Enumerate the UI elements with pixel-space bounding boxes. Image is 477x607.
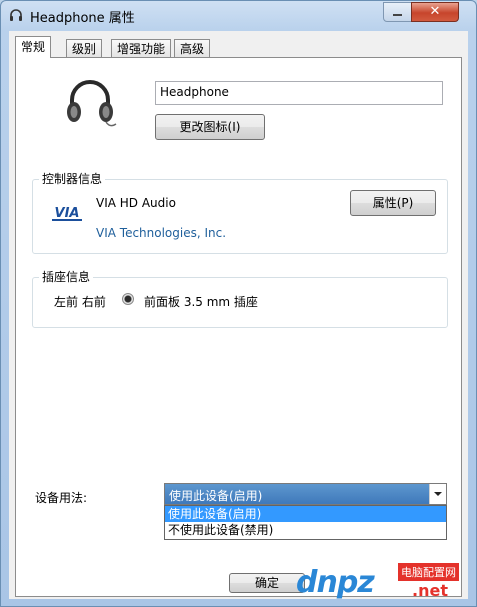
usage-option-enable[interactable]: 使用此设备(启用) [165,506,446,522]
jack-info-title: 插座信息 [39,268,94,285]
device-usage-select[interactable]: 使用此设备(启用) [164,483,447,505]
headphone-icon [10,9,22,21]
controller-properties-button[interactable]: 属性(P) [350,190,436,216]
device-usage-label: 设备用法: [35,491,88,505]
tab-levels[interactable]: 级别 [66,39,103,57]
minimize-button[interactable] [383,2,413,22]
usage-option-disable[interactable]: 不使用此设备(禁用) [165,522,446,538]
tab-page-general: Headphone 更改图标(I) 控制器信息 VIA VIA HD Audio… [15,57,462,597]
controller-name: VIA HD Audio [96,196,176,210]
watermark-ext: .net [412,581,448,600]
svg-text:VIA: VIA [55,206,80,221]
controller-vendor: VIA Technologies, Inc. [96,226,227,240]
window-title: Headphone 属性 [30,11,135,26]
ok-button[interactable]: 确定 [229,573,305,593]
jack-channels: 左前 右前 [54,295,106,309]
tab-general[interactable]: 常规 [15,36,52,58]
properties-window: Headphone 属性 ✕ 常规 级别 增强功能 高级 Headphone 更… [0,0,477,607]
chevron-down-icon[interactable] [429,484,446,504]
device-usage-selected: 使用此设备(启用) [169,489,263,503]
change-icon-button[interactable]: 更改图标(I) [155,114,265,140]
headphone-device-icon [67,80,117,127]
watermark-tag: 电脑配置网 [398,563,459,581]
device-usage-dropdown: 使用此设备(启用) 不使用此设备(禁用) [164,505,447,540]
tab-enhancements[interactable]: 增强功能 [111,39,172,57]
controller-info-title: 控制器信息 [39,170,106,187]
via-logo-icon: VIA [50,203,84,223]
site-watermark: dnpz 电脑配置网 .net [296,561,474,605]
dialog-client: 常规 级别 增强功能 高级 Headphone 更改图标(I) 控制器信息 VI… [9,31,468,599]
jack-color-indicator [122,293,134,305]
watermark-site: dnpz [296,565,375,600]
device-name-field[interactable]: Headphone [155,81,443,105]
title-bar[interactable]: Headphone 属性 ✕ [1,1,476,29]
jack-description: 前面板 3.5 mm 插座 [144,295,258,309]
tab-advanced[interactable]: 高级 [174,39,211,57]
close-button[interactable]: ✕ [411,2,459,22]
